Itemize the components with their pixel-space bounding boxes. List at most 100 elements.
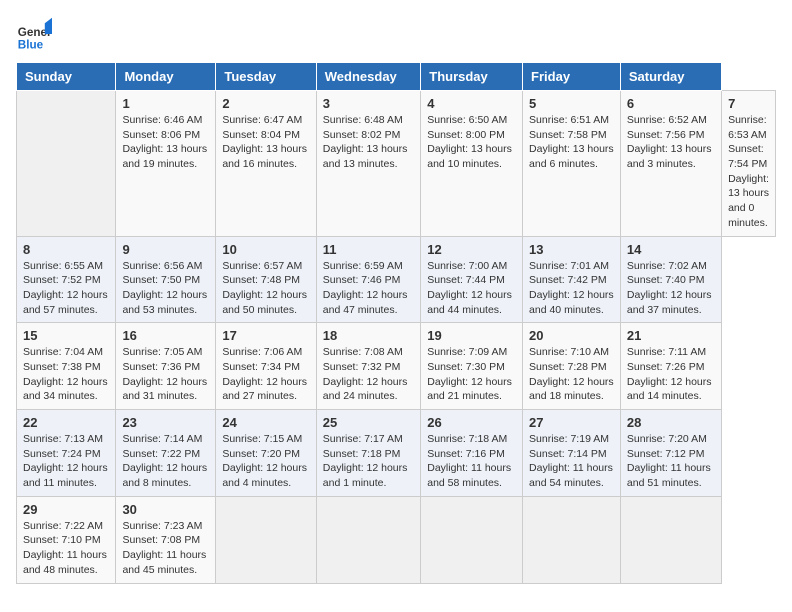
- calendar-week-row: 8Sunrise: 6:55 AMSunset: 7:52 PMDaylight…: [17, 236, 776, 323]
- day-info: Sunrise: 7:11 AMSunset: 7:26 PMDaylight:…: [627, 345, 715, 404]
- calendar-table: SundayMondayTuesdayWednesdayThursdayFrid…: [16, 62, 776, 584]
- day-number: 26: [427, 415, 516, 430]
- calendar-cell: 28 Sunrise: 7:20 AMSunset: 7:12 PMDayligh…: [620, 410, 721, 497]
- day-number: 21: [627, 328, 715, 343]
- day-number: 5: [529, 96, 614, 111]
- calendar-cell: 3 Sunrise: 6:48 AMSunset: 8:02 PMDaylight…: [316, 91, 420, 237]
- weekday-header-saturday: Saturday: [620, 63, 721, 91]
- day-number: 14: [627, 242, 715, 257]
- day-info: Sunrise: 7:14 AMSunset: 7:22 PMDaylight:…: [122, 432, 209, 491]
- day-info: Sunrise: 7:22 AMSunset: 7:10 PMDaylight:…: [23, 519, 109, 578]
- day-number: 18: [323, 328, 414, 343]
- day-info: Sunrise: 6:50 AMSunset: 8:00 PMDaylight:…: [427, 113, 516, 172]
- day-info: Sunrise: 7:08 AMSunset: 7:32 PMDaylight:…: [323, 345, 414, 404]
- day-info: Sunrise: 7:09 AMSunset: 7:30 PMDaylight:…: [427, 345, 516, 404]
- calendar-cell: 6 Sunrise: 6:52 AMSunset: 7:56 PMDaylight…: [620, 91, 721, 237]
- day-number: 16: [122, 328, 209, 343]
- day-number: 1: [122, 96, 209, 111]
- day-info: Sunrise: 7:13 AMSunset: 7:24 PMDaylight:…: [23, 432, 109, 491]
- day-number: 29: [23, 502, 109, 517]
- day-number: 3: [323, 96, 414, 111]
- calendar-cell: [216, 496, 316, 583]
- calendar-cell: 22 Sunrise: 7:13 AMSunset: 7:24 PMDayligh…: [17, 410, 116, 497]
- calendar-cell: 24Sunrise: 7:15 AMSunset: 7:20 PMDayligh…: [216, 410, 316, 497]
- day-number: 7: [728, 96, 769, 111]
- day-info: Sunrise: 7:15 AMSunset: 7:20 PMDaylight:…: [222, 432, 309, 491]
- day-info: Sunrise: 7:18 AMSunset: 7:16 PMDaylight:…: [427, 432, 516, 491]
- day-number: 22: [23, 415, 109, 430]
- calendar-cell: 8Sunrise: 6:55 AMSunset: 7:52 PMDaylight…: [17, 236, 116, 323]
- day-info: Sunrise: 6:47 AMSunset: 8:04 PMDaylight:…: [222, 113, 309, 172]
- calendar-cell: 13 Sunrise: 7:01 AMSunset: 7:42 PMDayligh…: [523, 236, 621, 323]
- calendar-cell: 15 Sunrise: 7:04 AMSunset: 7:38 PMDayligh…: [17, 323, 116, 410]
- day-number: 25: [323, 415, 414, 430]
- calendar-cell: 23 Sunrise: 7:14 AMSunset: 7:22 PMDayligh…: [116, 410, 216, 497]
- day-number: 17: [222, 328, 309, 343]
- calendar-week-row: 22 Sunrise: 7:13 AMSunset: 7:24 PMDayligh…: [17, 410, 776, 497]
- empty-cell: [17, 91, 116, 237]
- calendar-cell: 14Sunrise: 7:02 AMSunset: 7:40 PMDayligh…: [620, 236, 721, 323]
- calendar-cell: 1 Sunrise: 6:46 AMSunset: 8:06 PMDaylight…: [116, 91, 216, 237]
- day-info: Sunrise: 7:19 AMSunset: 7:14 PMDaylight:…: [529, 432, 614, 491]
- day-info: Sunrise: 6:52 AMSunset: 7:56 PMDaylight:…: [627, 113, 715, 172]
- day-info: Sunrise: 7:10 AMSunset: 7:28 PMDaylight:…: [529, 345, 614, 404]
- calendar-cell: [620, 496, 721, 583]
- day-number: 12: [427, 242, 516, 257]
- calendar-week-row: 1 Sunrise: 6:46 AMSunset: 8:06 PMDaylight…: [17, 91, 776, 237]
- day-number: 2: [222, 96, 309, 111]
- day-number: 9: [122, 242, 209, 257]
- calendar-cell: 4 Sunrise: 6:50 AMSunset: 8:00 PMDaylight…: [421, 91, 523, 237]
- calendar-cell: 12 Sunrise: 7:00 AMSunset: 7:44 PMDayligh…: [421, 236, 523, 323]
- calendar-cell: 16 Sunrise: 7:05 AMSunset: 7:36 PMDayligh…: [116, 323, 216, 410]
- day-number: 30: [122, 502, 209, 517]
- day-info: Sunrise: 6:56 AMSunset: 7:50 PMDaylight:…: [122, 259, 209, 318]
- calendar-cell: 11 Sunrise: 6:59 AMSunset: 7:46 PMDayligh…: [316, 236, 420, 323]
- day-number: 19: [427, 328, 516, 343]
- day-info: Sunrise: 6:53 AMSunset: 7:54 PMDaylight:…: [728, 113, 769, 231]
- calendar-cell: [316, 496, 420, 583]
- calendar-cell: 17Sunrise: 7:06 AMSunset: 7:34 PMDayligh…: [216, 323, 316, 410]
- day-info: Sunrise: 6:59 AMSunset: 7:46 PMDaylight:…: [323, 259, 414, 318]
- day-number: 20: [529, 328, 614, 343]
- day-info: Sunrise: 7:04 AMSunset: 7:38 PMDaylight:…: [23, 345, 109, 404]
- weekday-header-friday: Friday: [523, 63, 621, 91]
- calendar-cell: 30 Sunrise: 7:23 AMSunset: 7:08 PMDayligh…: [116, 496, 216, 583]
- calendar-cell: 20 Sunrise: 7:10 AMSunset: 7:28 PMDayligh…: [523, 323, 621, 410]
- day-number: 23: [122, 415, 209, 430]
- logo-icon: General Blue: [16, 16, 52, 52]
- calendar-cell: 19 Sunrise: 7:09 AMSunset: 7:30 PMDayligh…: [421, 323, 523, 410]
- logo: General Blue: [16, 16, 52, 52]
- calendar-week-row: 29 Sunrise: 7:22 AMSunset: 7:10 PMDayligh…: [17, 496, 776, 583]
- weekday-header-tuesday: Tuesday: [216, 63, 316, 91]
- day-info: Sunrise: 6:46 AMSunset: 8:06 PMDaylight:…: [122, 113, 209, 172]
- day-number: 28: [627, 415, 715, 430]
- day-info: Sunrise: 7:20 AMSunset: 7:12 PMDaylight:…: [627, 432, 715, 491]
- day-info: Sunrise: 6:48 AMSunset: 8:02 PMDaylight:…: [323, 113, 414, 172]
- page-header: General Blue: [16, 16, 776, 52]
- day-number: 13: [529, 242, 614, 257]
- day-info: Sunrise: 6:51 AMSunset: 7:58 PMDaylight:…: [529, 113, 614, 172]
- weekday-header-thursday: Thursday: [421, 63, 523, 91]
- svg-text:Blue: Blue: [18, 38, 44, 51]
- calendar-cell: 9 Sunrise: 6:56 AMSunset: 7:50 PMDaylight…: [116, 236, 216, 323]
- calendar-cell: 29 Sunrise: 7:22 AMSunset: 7:10 PMDayligh…: [17, 496, 116, 583]
- calendar-cell: 21 Sunrise: 7:11 AMSunset: 7:26 PMDayligh…: [620, 323, 721, 410]
- calendar-cell: 18 Sunrise: 7:08 AMSunset: 7:32 PMDayligh…: [316, 323, 420, 410]
- calendar-cell: 10 Sunrise: 6:57 AMSunset: 7:48 PMDayligh…: [216, 236, 316, 323]
- day-info: Sunrise: 6:57 AMSunset: 7:48 PMDaylight:…: [222, 259, 309, 318]
- calendar-cell: 7 Sunrise: 6:53 AMSunset: 7:54 PMDaylight…: [722, 91, 776, 237]
- day-number: 15: [23, 328, 109, 343]
- weekday-header-wednesday: Wednesday: [316, 63, 420, 91]
- day-number: 11: [323, 242, 414, 257]
- calendar-cell: [523, 496, 621, 583]
- day-info: Sunrise: 7:00 AMSunset: 7:44 PMDaylight:…: [427, 259, 516, 318]
- day-info: Sunrise: 7:23 AMSunset: 7:08 PMDaylight:…: [122, 519, 209, 578]
- weekday-header-monday: Monday: [116, 63, 216, 91]
- day-number: 4: [427, 96, 516, 111]
- day-number: 6: [627, 96, 715, 111]
- day-number: 8: [23, 242, 109, 257]
- day-info: Sunrise: 7:01 AMSunset: 7:42 PMDaylight:…: [529, 259, 614, 318]
- day-info: Sunrise: 7:05 AMSunset: 7:36 PMDaylight:…: [122, 345, 209, 404]
- day-number: 10: [222, 242, 309, 257]
- calendar-week-row: 15 Sunrise: 7:04 AMSunset: 7:38 PMDayligh…: [17, 323, 776, 410]
